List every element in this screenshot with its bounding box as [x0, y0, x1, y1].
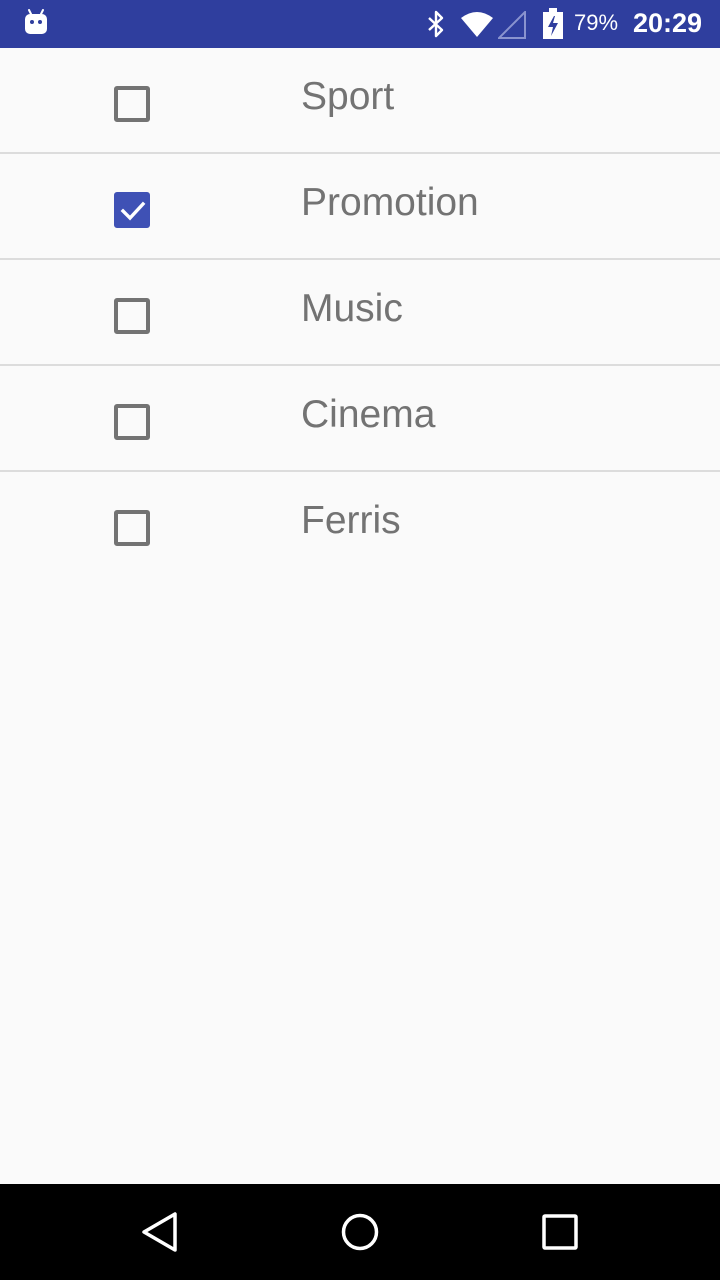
battery-percent: 79%: [574, 10, 619, 35]
checkbox[interactable]: [114, 86, 150, 122]
battery-charging-icon: [543, 8, 563, 39]
screen: 79% 20:29 Sport Promotion Music Cinema F…: [0, 0, 720, 1280]
clock: 20:29: [633, 8, 703, 38]
checkbox[interactable]: [114, 192, 150, 228]
category-list: Sport Promotion Music Cinema Ferris: [0, 48, 720, 578]
list-item[interactable]: Sport: [0, 48, 720, 154]
navigation-bar: [0, 1184, 720, 1280]
list-item-label: Sport: [301, 75, 395, 118]
bluetooth-icon: [428, 10, 444, 38]
list-item[interactable]: Promotion: [0, 154, 720, 260]
list-item[interactable]: Cinema: [0, 366, 720, 472]
checkbox[interactable]: [114, 510, 150, 546]
wifi-icon: [461, 12, 493, 37]
back-icon[interactable]: [136, 1208, 184, 1256]
home-icon[interactable]: [336, 1208, 384, 1256]
list-item-label: Ferris: [301, 499, 401, 542]
cell-signal-icon: [498, 11, 526, 39]
checkbox[interactable]: [114, 404, 150, 440]
android-icon: [25, 9, 47, 34]
list-item[interactable]: Ferris: [0, 472, 720, 578]
list-item-label: Cinema: [301, 393, 436, 436]
recents-icon[interactable]: [536, 1208, 584, 1256]
list-item[interactable]: Music: [0, 260, 720, 366]
status-bar: 79% 20:29: [0, 0, 720, 48]
list-item-label: Music: [301, 287, 403, 330]
checkmark-icon: [120, 201, 146, 221]
checkbox[interactable]: [114, 298, 150, 334]
list-item-label: Promotion: [301, 181, 479, 224]
